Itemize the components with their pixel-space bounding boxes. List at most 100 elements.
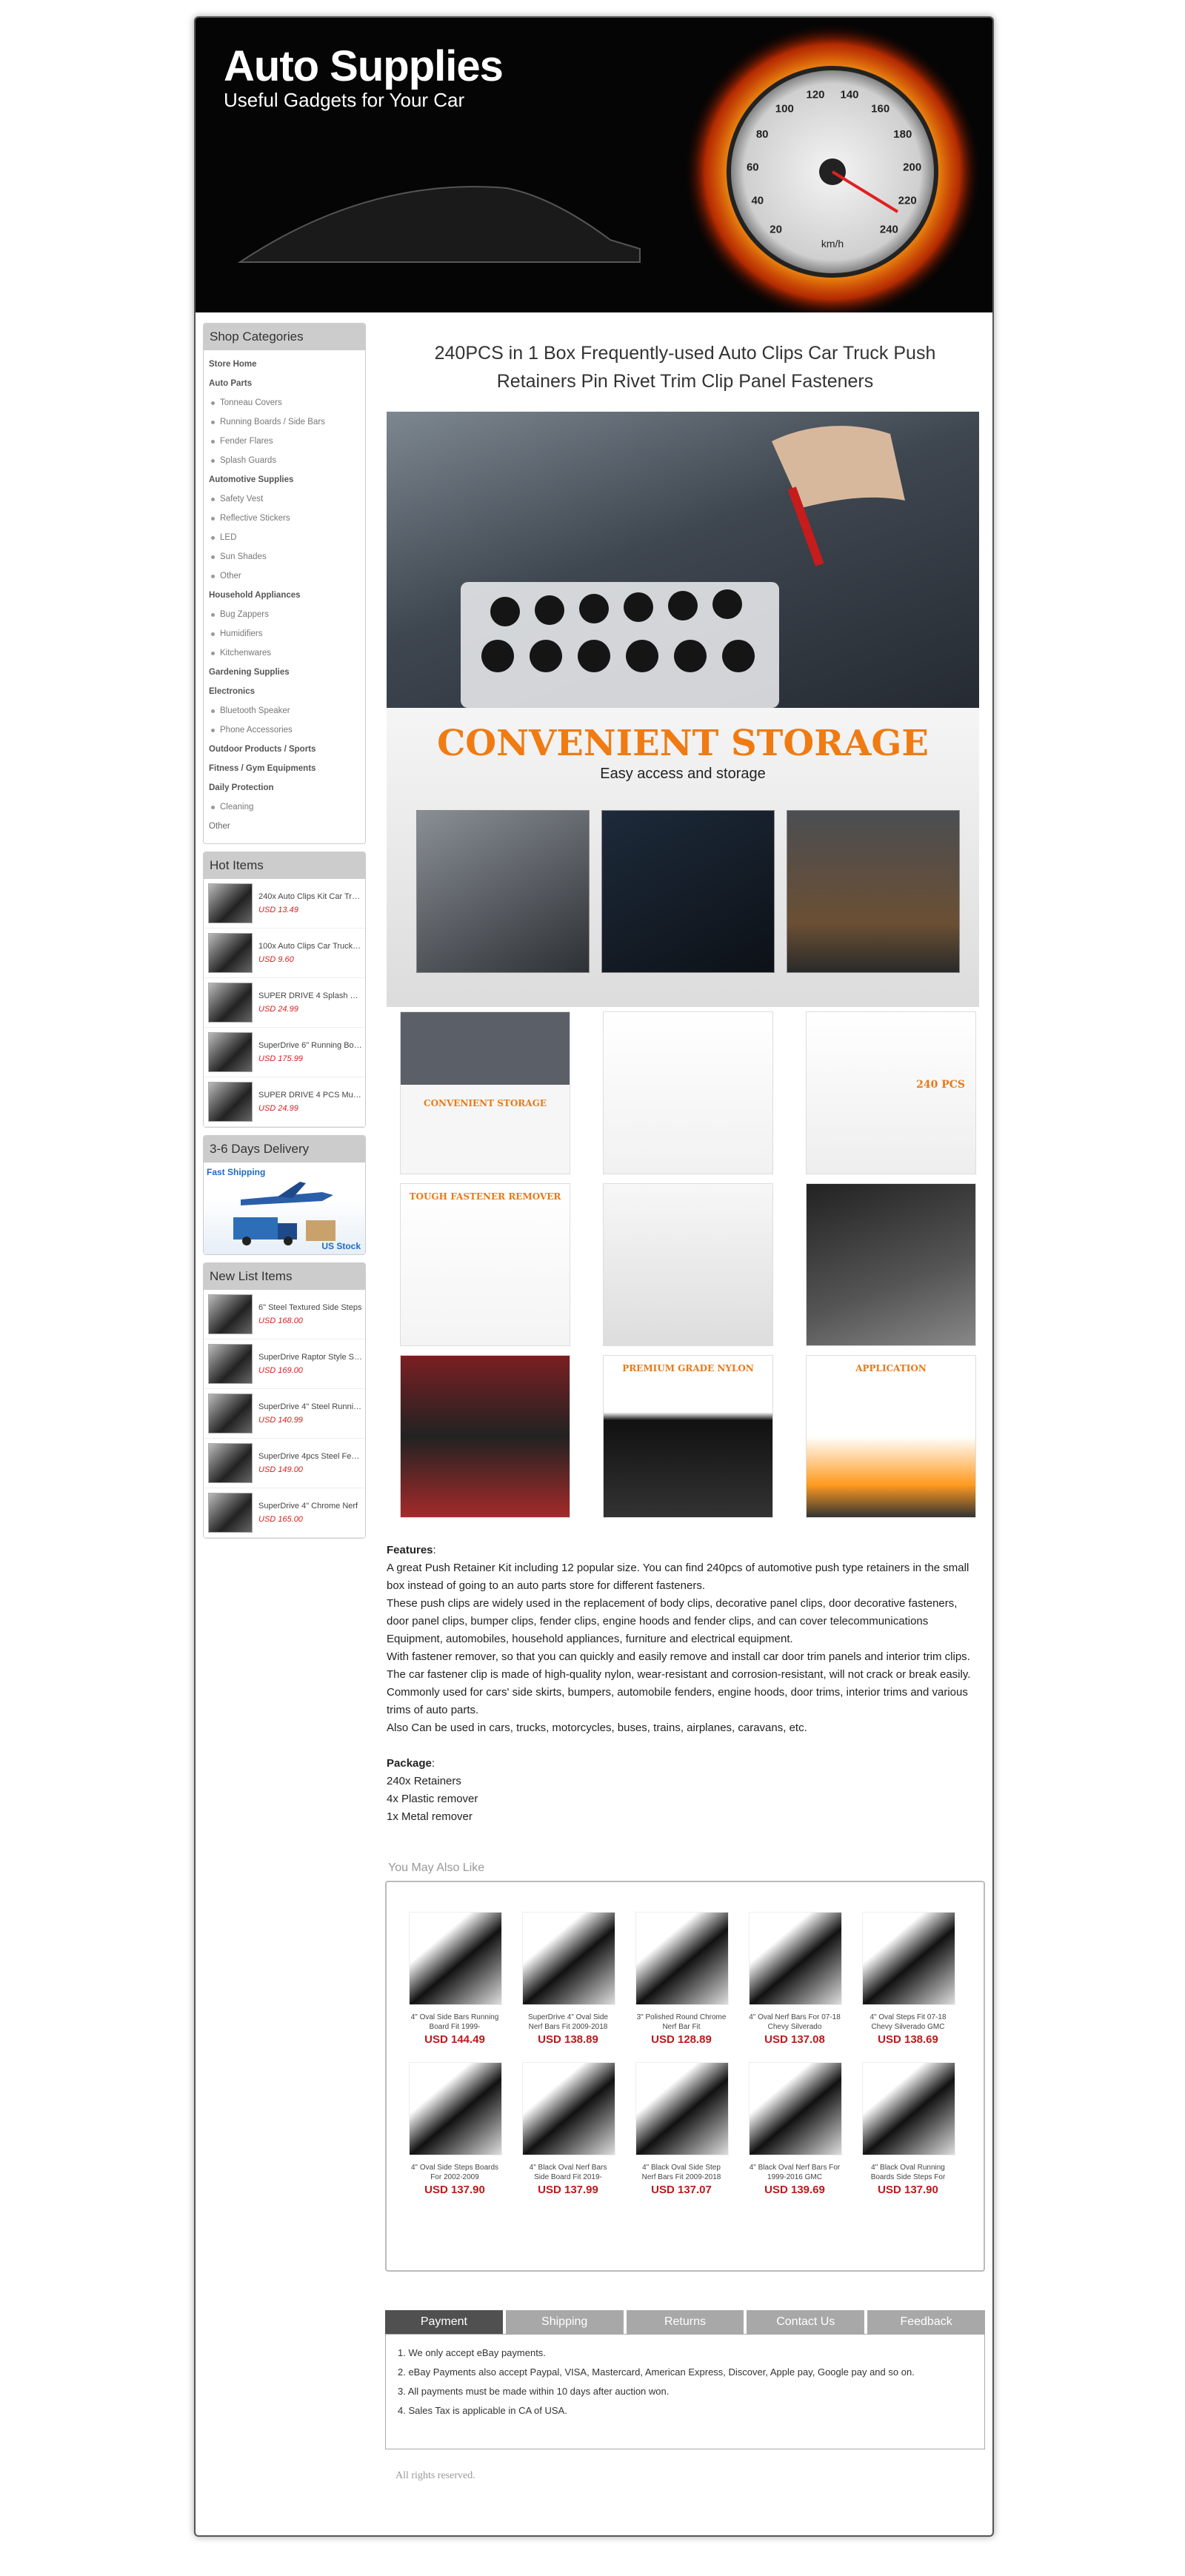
new-item-thumbnail[interactable]	[208, 1493, 253, 1533]
also-like-name[interactable]: 4" Oval Nerf Bars For 07-18 Chevy Silver…	[749, 2013, 841, 2032]
gallery-thumbnail[interactable]: CONVENIENT STORAGE	[400, 1011, 570, 1174]
category-link[interactable]: Reflective Stickers	[204, 509, 365, 528]
also-like-image[interactable]	[862, 2062, 955, 2155]
hot-item-thumbnail[interactable]	[208, 983, 253, 1023]
new-item-name[interactable]: SuperDrive 4" Steel Running	[258, 1402, 362, 1411]
new-item-thumbnail[interactable]	[208, 1294, 253, 1334]
also-like-name[interactable]: SuperDrive 4" Oval Side Nerf Bars Fit 20…	[522, 2013, 614, 2032]
hot-item-thumbnail[interactable]	[208, 933, 253, 973]
also-like-image[interactable]	[749, 1912, 842, 2005]
gallery-thumbnail[interactable]	[603, 1183, 773, 1346]
tab-shipping[interactable]: Shipping	[505, 2310, 624, 2334]
category-link[interactable]: Sun Shades	[204, 547, 365, 566]
new-item-thumbnail[interactable]	[208, 1443, 253, 1483]
category-link[interactable]: Other	[204, 566, 365, 586]
tab-returns[interactable]: Returns	[626, 2310, 744, 2334]
also-like-card[interactable]: SuperDrive 4" Oval Side Nerf Bars Fit 20…	[522, 1912, 615, 2046]
also-like-image[interactable]	[409, 1912, 502, 2005]
gallery-thumbnail[interactable]	[603, 1011, 773, 1174]
category-link[interactable]: LED	[204, 528, 365, 547]
hot-item[interactable]: 100x Auto Clips Car Truck Push USD 9.60	[204, 929, 365, 978]
category-link[interactable]: Fitness / Gym Equipments	[204, 759, 365, 778]
new-item[interactable]: SuperDrive Raptor Style Steps USD 169.00	[204, 1339, 365, 1389]
category-link[interactable]: Bluetooth Speaker	[204, 701, 365, 720]
also-like-card[interactable]: 4" Black Oval Side Step Nerf Bars Fit 20…	[635, 2062, 729, 2196]
also-like-card[interactable]: 4" Black Oval Nerf Bars For 1999-2016 GM…	[749, 2062, 842, 2196]
hot-item-name[interactable]: SuperDrive 6" Running Boards	[258, 1041, 362, 1050]
also-like-name[interactable]: 4" Black Oval Nerf Bars Side Board Fit 2…	[522, 2163, 614, 2182]
category-link[interactable]: Running Boards / Side Bars	[204, 412, 365, 432]
hot-item[interactable]: SUPER DRIVE 4 PCS Mud Flaps USD 24.99	[204, 1077, 365, 1127]
category-link[interactable]: Store Home	[204, 355, 365, 374]
hot-item-thumbnail[interactable]	[208, 883, 253, 923]
category-link[interactable]: Cleaning	[204, 797, 365, 817]
category-link[interactable]: Safety Vest	[204, 489, 365, 509]
also-like-image[interactable]	[409, 2062, 502, 2155]
gallery-thumbnail[interactable]: PREMIUM GRADE NYLON	[603, 1355, 773, 1518]
also-like-image[interactable]	[749, 2062, 842, 2155]
also-like-image[interactable]	[522, 2062, 615, 2155]
tab-feedback[interactable]: Feedback	[867, 2310, 985, 2334]
new-item[interactable]: SuperDrive 4" Steel Running USD 140.99	[204, 1389, 365, 1439]
also-like-card[interactable]: 4" Oval Steps Fit 07-18 Chevy Silverado …	[862, 1912, 955, 2046]
also-like-name[interactable]: 4" Black Oval Running Boards Side Steps …	[862, 2163, 954, 2182]
new-item-name[interactable]: SuperDrive 4pcs Steel Fender	[258, 1452, 362, 1461]
new-item[interactable]: SuperDrive 4pcs Steel Fender USD 149.00	[204, 1439, 365, 1488]
category-link[interactable]: Phone Accessories	[204, 720, 365, 740]
category-link[interactable]: Automotive Supplies	[204, 470, 365, 489]
category-link[interactable]: Electronics	[204, 682, 365, 701]
also-like-image[interactable]	[635, 2062, 729, 2155]
category-link[interactable]: Daily Protection	[204, 778, 365, 797]
category-link[interactable]: Tonneau Covers	[204, 393, 365, 412]
category-link[interactable]: Splash Guards	[204, 451, 365, 470]
gallery-thumbnail[interactable]	[806, 1183, 976, 1346]
category-link[interactable]: Outdoor Products / Sports	[204, 740, 365, 759]
gallery-thumbnail[interactable]: 240 PCS	[806, 1011, 976, 1174]
hot-item-name[interactable]: 240x Auto Clips Kit Car Truck Push	[258, 892, 362, 901]
gallery-thumbnail[interactable]	[400, 1355, 570, 1518]
new-item[interactable]: SuperDrive 4" Chrome Nerf USD 165.00	[204, 1488, 365, 1538]
category-link[interactable]: Humidifiers	[204, 624, 365, 643]
hot-item[interactable]: SUPER DRIVE 4 Splash Guards USD 24.99	[204, 978, 365, 1028]
category-link[interactable]: Kitchenwares	[204, 643, 365, 663]
also-like-card[interactable]: 4" Oval Side Steps Boards For 2002-2009 U…	[409, 2062, 502, 2196]
hot-item-thumbnail[interactable]	[208, 1082, 253, 1122]
category-link[interactable]: Gardening Supplies	[204, 663, 365, 682]
also-like-name[interactable]: 4" Oval Side Steps Boards For 2002-2009	[409, 2163, 501, 2182]
hero-image[interactable]: CONVENIENT STORAGE Easy access and stora…	[387, 412, 979, 1007]
new-item-thumbnail[interactable]	[208, 1394, 253, 1433]
tab-contact-us[interactable]: Contact Us	[747, 2310, 865, 2334]
new-item-thumbnail[interactable]	[208, 1344, 253, 1384]
gallery-thumbnail[interactable]: TOUGH FASTENER REMOVER	[400, 1183, 570, 1346]
also-like-card[interactable]: 4" Black Oval Nerf Bars Side Board Fit 2…	[522, 2062, 615, 2196]
also-like-name[interactable]: 4" Black Oval Side Step Nerf Bars Fit 20…	[635, 2163, 727, 2182]
new-item-name[interactable]: SuperDrive 4" Chrome Nerf	[258, 1502, 362, 1511]
new-item-name[interactable]: SuperDrive Raptor Style Steps	[258, 1353, 362, 1362]
also-like-image[interactable]	[522, 1912, 615, 2005]
also-like-name[interactable]: 3" Polished Round Chrome Nerf Bar Fit	[635, 2013, 727, 2032]
hot-item[interactable]: SuperDrive 6" Running Boards USD 175.99	[204, 1028, 365, 1077]
also-like-card[interactable]: 3" Polished Round Chrome Nerf Bar Fit USD…	[635, 1912, 729, 2046]
new-item-name[interactable]: 6" Steel Textured Side Steps	[258, 1303, 362, 1312]
category-link[interactable]: Bug Zappers	[204, 605, 365, 624]
hot-item-name[interactable]: 100x Auto Clips Car Truck Push	[258, 942, 362, 951]
gallery-thumbnail[interactable]: APPLICATION	[806, 1355, 976, 1518]
also-like-name[interactable]: 4" Oval Side Bars Running Board Fit 1999…	[409, 2013, 501, 2032]
hot-item-name[interactable]: SUPER DRIVE 4 PCS Mud Flaps	[258, 1091, 362, 1100]
also-like-card[interactable]: 4" Oval Nerf Bars For 07-18 Chevy Silver…	[749, 1912, 842, 2046]
also-like-name[interactable]: 4" Black Oval Nerf Bars For 1999-2016 GM…	[749, 2163, 841, 2182]
also-like-name[interactable]: 4" Oval Steps Fit 07-18 Chevy Silverado …	[862, 2013, 954, 2032]
category-link[interactable]: Other	[204, 817, 365, 836]
new-item[interactable]: 6" Steel Textured Side Steps USD 168.00	[204, 1290, 365, 1339]
category-link[interactable]: Auto Parts	[204, 374, 365, 393]
also-like-card[interactable]: 4" Oval Side Bars Running Board Fit 1999…	[409, 1912, 502, 2046]
also-like-image[interactable]	[635, 1912, 729, 2005]
hot-item-thumbnail[interactable]	[208, 1032, 253, 1072]
also-like-card[interactable]: 4" Black Oval Running Boards Side Steps …	[862, 2062, 955, 2196]
hot-item[interactable]: 240x Auto Clips Kit Car Truck Push USD 13…	[204, 879, 365, 929]
hot-item-name[interactable]: SUPER DRIVE 4 Splash Guards	[258, 991, 362, 1000]
category-link[interactable]: Household Appliances	[204, 586, 365, 605]
category-link[interactable]: Fender Flares	[204, 432, 365, 451]
also-like-image[interactable]	[862, 1912, 955, 2005]
tab-payment[interactable]: Payment	[385, 2310, 503, 2334]
